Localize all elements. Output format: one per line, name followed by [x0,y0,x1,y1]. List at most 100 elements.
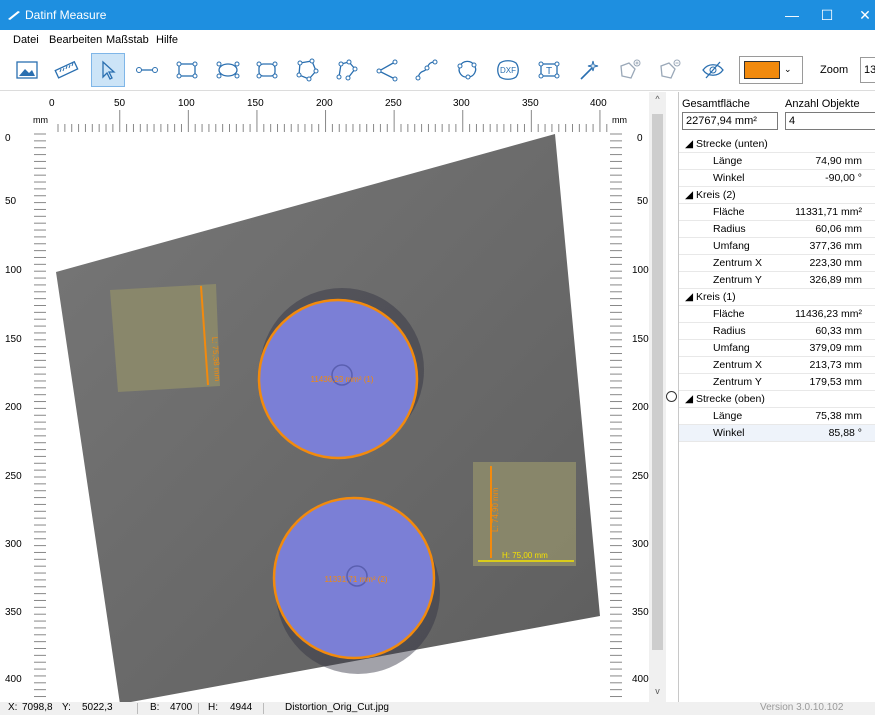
menu-datei[interactable]: Datei [13,34,39,46]
polygon-tool[interactable] [290,53,324,87]
scroll-down-icon[interactable]: v [649,686,666,696]
dxf-import-tool[interactable]: DXF [491,53,525,87]
ellipse-icon [216,61,240,79]
property-row[interactable]: Zentrum Y 326,89 mm [679,272,875,289]
cursor-icon [102,60,116,80]
angle-tool[interactable] [369,53,403,87]
property-row[interactable]: Umfang 379,09 mm [679,340,875,357]
object-count-field[interactable]: 4 [785,112,875,130]
rounded-rect-tool[interactable] [250,53,284,87]
property-row[interactable]: Umfang 377,36 mm [679,238,875,255]
object-count-header: Anzahl Objekte [785,98,860,110]
group-strecke-unten[interactable]: ◢ Strecke (unten) [679,136,875,153]
line-tool[interactable] [130,53,164,87]
ruler-label-y-350: 350 [5,607,22,618]
property-row[interactable]: Radius 60,33 mm [679,323,875,340]
total-area-field[interactable]: 22767,94 mm² [682,112,778,130]
curve-icon [415,59,438,81]
line-icon [136,67,158,73]
circle1-label: 11436,23 mm² (1) [311,375,374,384]
app-logo-icon [8,11,20,20]
menu-massstab[interactable]: Maßstab [106,34,149,46]
freeform-tool[interactable] [450,53,484,87]
text-tool[interactable]: T [532,53,566,87]
left-ruler [34,133,46,698]
image-icon [16,61,38,79]
menu-bearbeiten[interactable]: Bearbeiten [49,34,102,46]
ruler-label-r-100: 100 [632,265,649,276]
group-kreis-2[interactable]: ◢ Kreis (2) [679,187,875,204]
status-b-value: 4700 [170,702,193,713]
property-row[interactable]: Zentrum X 213,73 mm [679,357,875,374]
panel-splitter[interactable] [666,92,678,702]
right-ruler [610,133,622,698]
polygon-subtract-tool[interactable] [652,53,686,87]
polygon-subtract-icon [660,59,681,79]
ruler-label-y-100: 100 [5,265,22,276]
status-x-label: X: [8,702,18,713]
curve-tool[interactable] [409,53,443,87]
status-b-label: B: [150,702,160,713]
splitter-handle-icon[interactable] [666,391,677,402]
property-row[interactable]: Zentrum Y 179,53 mm [679,374,875,391]
status-version: Version 3.0.10.102 [760,702,844,713]
polygon-add-icon [620,59,641,79]
ruler-label-r-50: 50 [637,196,649,207]
magic-wand-tool[interactable] [572,53,606,87]
open-image-tool[interactable] [10,53,44,87]
ruler-unit-top-left: mm [33,115,48,125]
property-row[interactable]: Fläche 11436,23 mm² [679,306,875,323]
scroll-up-icon[interactable]: ^ [649,94,666,104]
ruler-label-y-250: 250 [5,471,22,482]
chevron-down-icon: ⌄ [784,64,792,74]
property-row[interactable]: Zentrum X 223,30 mm [679,255,875,272]
canvas-vertical-scrollbar[interactable]: ^ v [649,92,666,702]
polyline-tool[interactable] [330,53,364,87]
property-row[interactable]: Radius 60,06 mm [679,221,875,238]
text-tool-label: T [546,66,552,77]
polygon-add-tool[interactable] [612,53,646,87]
maximize-button[interactable]: ☐ [812,4,842,26]
ruler-label-x-100: 100 [178,98,195,109]
visibility-toggle[interactable] [696,53,730,87]
group-kreis-1[interactable]: ◢ Kreis (1) [679,289,875,306]
magic-wand-icon [580,60,599,80]
zoom-input[interactable]: 13 [860,57,875,83]
status-h-value: 4944 [230,702,253,713]
select-tool[interactable] [91,53,125,87]
menu-hilfe[interactable]: Hilfe [156,34,178,46]
property-row[interactable]: Fläche 11331,71 mm² [679,204,875,221]
text-icon: T [538,61,560,79]
status-filename: Distortion_Orig_Cut.jpg [285,702,389,713]
property-row[interactable]: Länge 75,38 mm [679,408,875,425]
strecke-unten-label: L: 74,90 mm [491,487,500,532]
color-picker[interactable]: ⌄ [739,56,803,84]
ellipse-tool[interactable] [211,53,245,87]
angle-icon [376,59,398,82]
group-strecke-oben[interactable]: ◢ Strecke (oben) [679,391,875,408]
status-separator [263,703,264,714]
minimize-button[interactable]: — [777,4,807,26]
ruler-label-x-0: 0 [49,98,55,109]
scale-tool[interactable] [49,53,83,87]
window-title: Datinf Measure [25,8,107,22]
scroll-thumb[interactable] [652,114,663,650]
ruler-label-x-250: 250 [385,98,402,109]
ruler-label-r-150: 150 [632,334,649,345]
image-canvas[interactable]: L: 75,38 mm L: 74,90 mm H: 75,00 mm 1143… [0,92,666,702]
property-row[interactable]: Winkel -90,00 ° [679,170,875,187]
ruler-label-y-0: 0 [5,133,11,144]
ruler-label-r-350: 350 [632,607,649,618]
ruler-label-x-300: 300 [453,98,470,109]
canvas-svg: L: 75,38 mm L: 74,90 mm H: 75,00 mm 1143… [34,110,622,702]
ruler-label-y-200: 200 [5,402,22,413]
status-x-value: 7098,8 [22,702,53,713]
property-row[interactable]: Winkel 85,88 ° [679,425,875,442]
property-row[interactable]: Länge 74,90 mm [679,153,875,170]
ruler-label-y-400: 400 [5,674,22,685]
rounded-rect-icon [256,61,278,79]
polyline-icon [336,59,358,81]
close-button[interactable]: ✕ [850,4,875,26]
ruler-label-r-200: 200 [632,402,649,413]
rectangle-tool[interactable] [170,53,204,87]
